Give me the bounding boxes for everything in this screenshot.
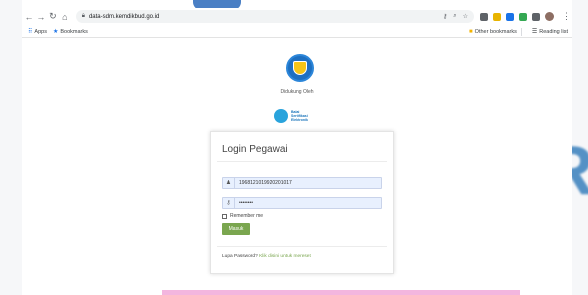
password-field: ⚷ (222, 197, 382, 209)
remember-checkbox[interactable] (222, 213, 227, 219)
zoom-icon[interactable]: ⌕ (453, 13, 456, 20)
forgot-password: Lupa Password? Klik disini untuk mereset (222, 254, 311, 259)
back-icon[interactable]: ← (24, 11, 34, 22)
url-text: data-sdm.kemdikbud.go.id (88, 13, 160, 20)
apps-bookmark[interactable]: ⠿ Apps (28, 28, 47, 36)
login-card: Login Pegawai ♟ ⚷ Remember me Masuk Lupa… (210, 131, 394, 274)
username-field: ♟ (222, 177, 382, 189)
reading-list-icon: ☰ (531, 29, 538, 35)
login-title: Login Pegawai (222, 144, 288, 155)
sponsor-logo: Balai Sertifikasi Elektronik (274, 109, 308, 123)
password-input[interactable] (235, 198, 375, 208)
bookmarks-bar: ⠿ Apps ★ Bookmarks ■ Other bookmarks ☰ R… (22, 26, 572, 38)
lock-icon: 🔒︎ (81, 13, 85, 19)
puzzle-icon[interactable] (531, 12, 540, 21)
extension-icon-3[interactable] (505, 12, 514, 21)
browser-toolbar: ← → ↻ ⌂ 🔒︎ data-sdm.kemdikbud.go.id ⚷ ⌕ … (22, 8, 572, 25)
folder-icon: ■ (469, 28, 473, 35)
key-icon: ⚷ (223, 198, 235, 208)
key-icon[interactable]: ⚷ (443, 13, 447, 20)
bookmarks-folder[interactable]: ★ Bookmarks (52, 28, 88, 36)
left-backdrop (0, 0, 22, 295)
supported-by-text: Didukung Oleh (280, 89, 314, 95)
remember-label: Remember me (230, 213, 264, 219)
home-icon[interactable]: ⌂ (60, 11, 70, 22)
star-bookmark-icon: ★ (52, 29, 59, 35)
remember-me[interactable]: Remember me (222, 213, 263, 219)
reading-list[interactable]: ☰ Reading list (531, 28, 568, 36)
other-bookmarks[interactable]: ■ Other bookmarks (469, 29, 517, 35)
address-bar[interactable]: 🔒︎ data-sdm.kemdikbud.go.id ⚷ ⌕ ☆ (75, 10, 474, 23)
sponsor-line-3: Elektronik (291, 118, 308, 123)
username-input[interactable] (235, 178, 375, 188)
kemdikbud-logo (286, 54, 314, 82)
menu-icon[interactable]: ⋮ (561, 11, 572, 22)
logo-emblem-icon (293, 61, 307, 75)
reset-link[interactable]: Klik disini untuk mereset (259, 254, 311, 259)
bsre-logo-icon (274, 109, 288, 123)
apps-grid-icon: ⠿ (28, 29, 33, 35)
pink-highlight-bar (162, 290, 520, 295)
page-content: Didukung Oleh Balai Sertifikasi Elektron… (22, 39, 572, 295)
reload-icon[interactable]: ↻ (48, 11, 58, 22)
extension-icon-2[interactable] (492, 12, 501, 21)
login-button[interactable]: Masuk (222, 223, 250, 235)
extension-icon-4[interactable] (518, 12, 527, 21)
user-icon: ♟ (223, 178, 235, 188)
star-icon[interactable]: ☆ (463, 13, 468, 20)
avatar[interactable] (544, 12, 554, 21)
divider (520, 27, 522, 36)
extension-icon-1[interactable] (479, 12, 488, 21)
divider (217, 246, 387, 247)
forward-icon[interactable]: → (36, 11, 46, 22)
forgot-prefix: Lupa Password? (222, 254, 258, 259)
divider (217, 161, 387, 162)
